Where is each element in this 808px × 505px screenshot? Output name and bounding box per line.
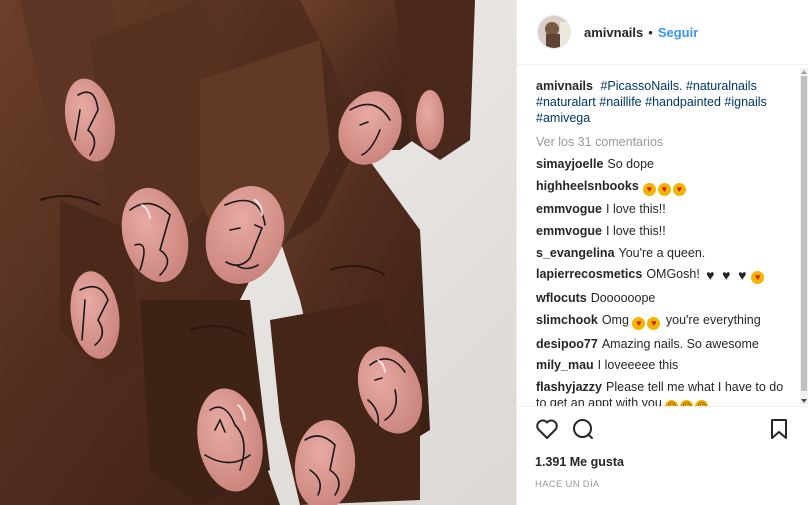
scroll-up-arrow-icon[interactable] [801, 70, 807, 74]
post-sidebar: amivnails • Seguir amivnails #PicassoNai… [516, 0, 808, 505]
comment-row: mily_mau I loveeeee this [536, 357, 791, 373]
comment-username[interactable]: lapierrecosmetics [536, 267, 642, 281]
comment-username[interactable]: emmvogue [536, 224, 602, 238]
action-row [535, 417, 793, 445]
comment-row: wflocuts Doooooope [536, 290, 791, 306]
avatar-image-icon [538, 16, 570, 48]
comment-row: emmvogue I love this!! [536, 223, 791, 239]
post-header: amivnails • Seguir [517, 0, 808, 65]
header-username[interactable]: amivnails [584, 25, 643, 40]
scroll-down-arrow-icon[interactable] [801, 399, 807, 403]
comment-username[interactable]: mily_mau [536, 358, 594, 372]
comment-username[interactable]: highheelsnbooks [536, 179, 639, 193]
comment-text: I love this!! [606, 224, 666, 239]
black-heart-emoji: ♥ [738, 267, 747, 284]
view-all-comments-link[interactable]: Ver los 31 comentarios [536, 134, 791, 150]
comment-row: desipoo77 Amazing nails. So awesome [536, 336, 791, 352]
post-photo[interactable] [0, 0, 516, 505]
comments-scrollbar[interactable] [800, 68, 808, 405]
comment-text: OMGosh! [646, 267, 700, 282]
post-caption: amivnails #PicassoNails. #naturalnails #… [536, 78, 791, 126]
comment-list: simayjoelle So dope highheelsnbooks ♥ ♥ ♥ emm… [536, 156, 791, 406]
comment-text: I loveeeee this [597, 358, 679, 373]
comment-row: slimchook Omg ♥ ♥ you're everything [536, 312, 791, 330]
post-timestamp: HACE UN DÍA [535, 479, 600, 490]
comment-row: emmvogue I love this!! [536, 201, 791, 217]
comment-username[interactable]: slimchook [536, 313, 598, 327]
comment-username[interactable]: desipoo77 [536, 337, 598, 351]
nail-art-hand-image [0, 0, 516, 505]
comments-panel[interactable]: amivnails #PicassoNails. #naturalnails #… [517, 66, 808, 406]
heart-eyes-emoji: ♥ [632, 316, 646, 330]
heart-outline-icon[interactable] [535, 417, 561, 443]
comment-username[interactable]: flashyjazzy [536, 380, 602, 394]
comment-text: Omg [601, 312, 629, 327]
hashtag[interactable]: #naturalart [536, 95, 596, 109]
post-actions: 1.391 Me gusta HACE UN DÍA [517, 406, 808, 505]
caption-username[interactable]: amivnails [536, 79, 593, 93]
heart-eyes-emoji: ♥ [642, 182, 656, 196]
black-heart-emoji: ♥ [706, 267, 715, 284]
heart-eyes-emoji: ♥ [672, 182, 686, 196]
instagram-post: amivnails • Seguir amivnails #PicassoNai… [0, 0, 808, 505]
comment-text: you're everything [665, 312, 761, 327]
comment-text: You're a queen. [618, 245, 706, 260]
comment-row: lapierrecosmetics OMGosh! ♥ ♥ ♥ ♥ [536, 266, 791, 285]
hashtag[interactable]: #amivega [536, 111, 590, 125]
separator-dot: • [648, 24, 653, 40]
hashtag[interactable]: #naturalnails [686, 79, 757, 93]
comment-username[interactable]: simayjoelle [536, 157, 603, 171]
comment-row: highheelsnbooks ♥ ♥ ♥ [536, 178, 791, 196]
hashtag[interactable]: #naillife [599, 95, 641, 109]
scrollbar-thumb[interactable] [801, 76, 807, 391]
bookmark-icon[interactable] [767, 417, 793, 443]
hashtag[interactable]: #PicassoNails. [600, 79, 682, 93]
heart-eyes-emoji: ♥ [751, 271, 765, 285]
black-heart-emoji: ♥ [722, 267, 731, 284]
follow-button[interactable]: Seguir [658, 25, 698, 40]
hashtag[interactable]: #ignails [724, 95, 766, 109]
comment-username[interactable]: wflocuts [536, 291, 587, 305]
heart-eyes-emoji: ♥ [657, 182, 671, 196]
comment-row: simayjoelle So dope [536, 156, 791, 172]
comment-row: flashyjazzy Please tell me what I have to… [536, 379, 791, 406]
comment-text: I love this!! [606, 202, 666, 217]
comment-row: s_evangelina You're a queen. [536, 245, 791, 261]
hashtag[interactable]: #handpainted [645, 95, 721, 109]
comment-username[interactable]: s_evangelina [536, 246, 615, 260]
comment-text: Doooooope [590, 291, 656, 306]
likes-count[interactable]: 1.391 Me gusta [535, 455, 793, 469]
avatar[interactable] [537, 15, 571, 49]
heart-eyes-emoji: ♥ [647, 316, 661, 330]
comment-bubble-icon[interactable] [571, 417, 597, 443]
comment-text: So dope [607, 157, 654, 171]
comment-username[interactable]: emmvogue [536, 202, 602, 216]
comment-text: Amazing nails. So awesome [601, 336, 759, 351]
